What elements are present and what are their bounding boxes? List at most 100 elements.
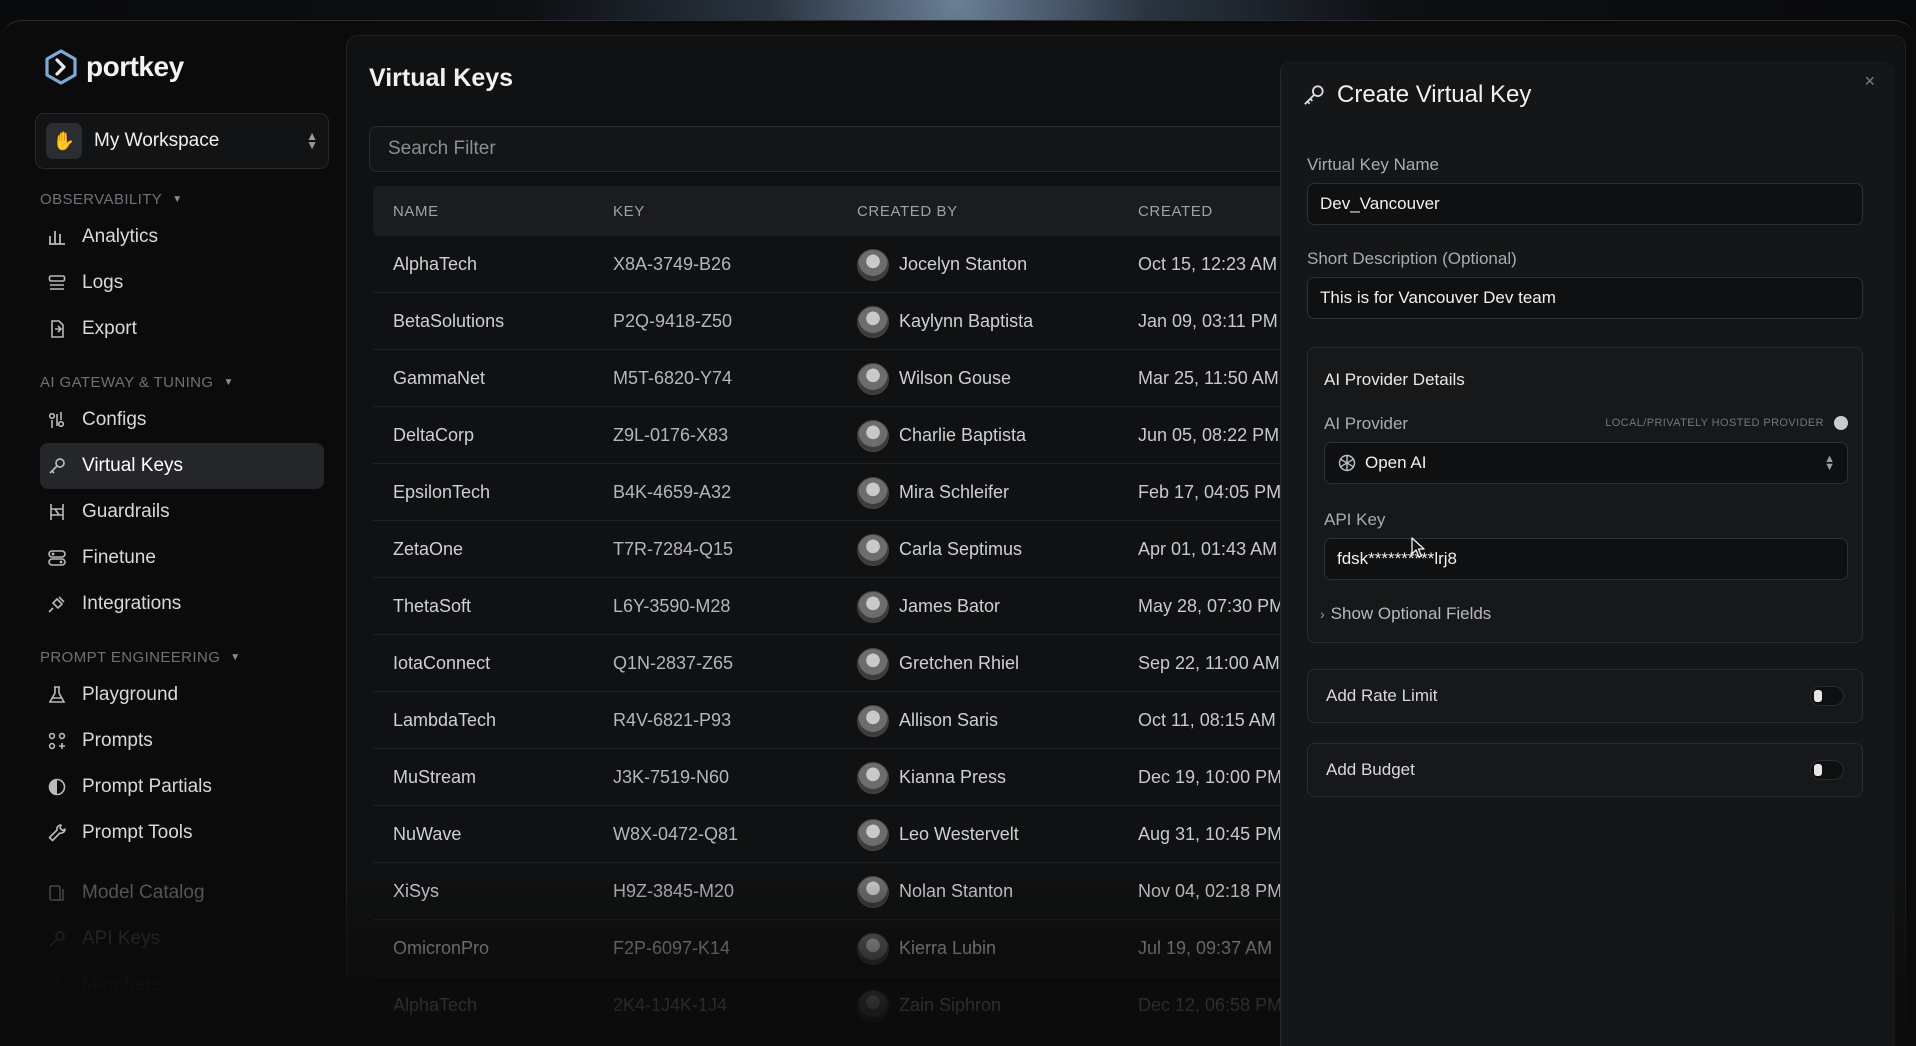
row-created-by-name: James Bator (899, 596, 1001, 616)
row-name: IotaConnect (393, 653, 491, 673)
budget-card[interactable]: Add Budget (1307, 743, 1863, 797)
row-created: May 28, 07:30 PM (1138, 596, 1285, 616)
sidebar-item-prompts[interactable]: Prompts (40, 718, 324, 764)
row-name: EpsilonTech (393, 482, 491, 502)
openai-logo-icon (1338, 454, 1356, 472)
sidebar-item-export[interactable]: Export (40, 306, 324, 352)
local-provider-toggle[interactable]: LOCAL/PRIVATELY HOSTED PROVIDER (1605, 416, 1848, 430)
rate-limit-card[interactable]: Add Rate Limit (1307, 669, 1863, 723)
section-label: AI GATEWAY & TUNING (40, 374, 214, 391)
row-name: XiSys (393, 881, 440, 901)
sidebar-item-analytics[interactable]: Analytics (40, 214, 324, 260)
sidebar-item-integrations[interactable]: Integrations (40, 581, 324, 627)
section-label: OBSERVABILITY (40, 191, 163, 208)
sidebar-item-guardrails[interactable]: Guardrails (40, 489, 324, 535)
create-virtual-key-drawer: × Create Virtual Key Virtual Key Name De… (1280, 61, 1895, 1046)
app-window: portkey ✋ My Workspace ▲ ▼ OBSERVABILITY … (0, 20, 1916, 1046)
row-created-by-name: Gretchen Rhiel (899, 653, 1020, 673)
row-created-by: Zain Siphron (857, 977, 1001, 1034)
ai-provider-select[interactable]: Open AI ▲ ▼ (1324, 442, 1848, 484)
workspace-name: My Workspace (94, 130, 220, 151)
api-key-input[interactable]: fdsk**********lrj8 (1324, 538, 1848, 580)
description-label: Short Description (Optional) (1307, 249, 1517, 268)
search-placeholder: Search Filter (388, 138, 496, 159)
row-created: Dec 19, 10:00 PM (1138, 767, 1283, 787)
section-prompt-engineering[interactable]: PROMPT ENGINEERING ▼ (40, 649, 325, 666)
row-key: Z9L-0176-X83 (613, 425, 729, 445)
row-created-by: Kaylynn Baptista (857, 293, 1033, 350)
workspace-hand-icon: ✋ (46, 123, 82, 159)
row-created-by: Nolan Stanton (857, 863, 1013, 920)
row-key: F2P-6097-K14 (613, 938, 731, 958)
row-created: Oct 11, 08:15 AM (1138, 710, 1276, 730)
avatar (857, 818, 889, 851)
row-created-by: Carla Septimus (857, 521, 1022, 578)
show-optional-fields-button[interactable]: › Show Optional Fields (1320, 604, 1491, 624)
row-created-by: Mira Schleifer (857, 464, 1009, 521)
sidebar-item-prompt-partials[interactable]: Prompt Partials (40, 764, 324, 810)
guardrail-icon (46, 501, 68, 523)
row-created-by: Kierra Lubin (857, 920, 996, 977)
sidebar-item-label: Prompts (82, 730, 153, 751)
row-key: B4K-4659-A32 (613, 482, 732, 502)
provider-section-title: AI Provider Details (1324, 370, 1465, 389)
section-ai-gateway[interactable]: AI GATEWAY & TUNING ▼ (40, 374, 325, 391)
sidebar-item-prompt-tools[interactable]: Prompt Tools (40, 810, 324, 856)
sidebar-item-virtual-keys[interactable]: Virtual Keys (40, 443, 324, 489)
key-icon (46, 455, 68, 477)
row-key: Q1N-2837-Z65 (613, 653, 734, 673)
row-name: GammaNet (393, 368, 486, 388)
drawer-title: Create Virtual Key (1301, 81, 1531, 109)
caret-down-icon: ▼ (230, 652, 241, 663)
sidebar-item-label: Members (82, 974, 162, 995)
sidebar-item-label: Prompt Tools (82, 822, 193, 843)
row-created: Dec 12, 06:58 PM (1138, 995, 1283, 1015)
column-header-created[interactable]: CREATED (1138, 186, 1213, 236)
local-provider-label: LOCAL/PRIVATELY HOSTED PROVIDER (1605, 417, 1824, 429)
brand[interactable]: portkey (42, 47, 325, 87)
workspace-selector[interactable]: ✋ My Workspace ▲ ▼ (35, 113, 329, 169)
page-title: Virtual Keys (369, 64, 514, 92)
sidebar-item-configs[interactable]: Configs (40, 397, 324, 443)
row-created-by-name: Kianna Press (899, 767, 1007, 787)
row-created: Jun 05, 08:22 PM (1138, 425, 1280, 445)
sidebar-item-api-keys[interactable]: API Keys (40, 916, 324, 962)
sidebar-item-playground[interactable]: Playground (40, 672, 324, 718)
sidebar-item-label: Prompt Partials (82, 776, 212, 797)
list-icon (46, 272, 68, 294)
budget-toggle[interactable] (1810, 760, 1844, 780)
sidebar-item-label: Configs (82, 409, 147, 430)
sidebar-item-members[interactable]: Members (40, 962, 324, 1008)
row-name: MuStream (393, 767, 477, 787)
sidebar-item-label: Guardrails (82, 501, 170, 522)
row-created: Aug 31, 10:45 PM (1138, 824, 1283, 844)
bar-chart-icon (46, 226, 68, 248)
avatar (857, 761, 889, 794)
chevron-right-icon: › (1320, 606, 1325, 622)
close-icon[interactable]: × (1864, 71, 1875, 92)
section-observability[interactable]: OBSERVABILITY ▼ (40, 191, 325, 208)
row-name: ThetaSoft (393, 596, 472, 616)
catalog-icon (46, 882, 68, 904)
sidebar-item-model-catalog[interactable]: Model Catalog (40, 870, 324, 916)
rate-limit-toggle[interactable] (1810, 686, 1844, 706)
description-input[interactable]: This is for Vancouver Dev team (1307, 277, 1863, 319)
column-header-key[interactable]: KEY (613, 186, 645, 236)
row-name: OmicronPro (393, 938, 490, 958)
sidebar-item-logs[interactable]: Logs (40, 260, 324, 306)
row-created-by-name: Nolan Stanton (899, 881, 1014, 901)
row-key: W8X-0472-Q81 (613, 824, 739, 844)
row-created-by: Leo Westervelt (857, 806, 1019, 863)
sidebar-item-label: Logs (82, 272, 124, 293)
virtual-key-name-label: Virtual Key Name (1307, 155, 1439, 174)
column-header-name[interactable]: NAME (393, 186, 439, 236)
flask-icon (46, 684, 68, 706)
virtual-key-name-input[interactable]: Dev_Vancouver (1307, 183, 1863, 225)
key-icon (46, 928, 68, 950)
avatar (857, 419, 889, 452)
row-created-by: Allison Saris (857, 692, 998, 749)
users-icon (46, 974, 68, 996)
column-header-created-by[interactable]: CREATED BY (857, 186, 958, 236)
sidebar-item-finetune[interactable]: Finetune (40, 535, 324, 581)
sidebar-item-label: Export (82, 318, 137, 339)
